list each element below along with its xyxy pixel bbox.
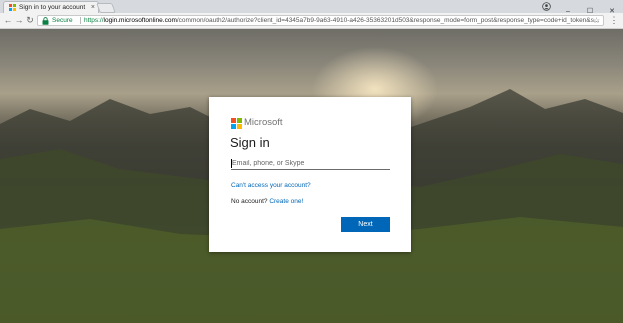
window-controls: – ☐ ✕ bbox=[557, 0, 623, 15]
sign-in-card: Microsoft Sign in Can't access your acco… bbox=[209, 97, 411, 252]
url-scheme: https:// bbox=[84, 17, 104, 24]
browser-tab[interactable]: Sign in to your account × bbox=[3, 1, 99, 13]
title-bar: Sign in to your account × – ☐ ✕ bbox=[0, 0, 623, 15]
text-caret bbox=[231, 159, 232, 168]
browser-window: Sign in to your account × – ☐ ✕ ← → ↻ Secu… bbox=[0, 0, 623, 323]
microsoft-favicon-icon bbox=[9, 4, 16, 11]
reload-icon[interactable]: ↻ bbox=[24, 14, 36, 27]
tab-close-icon[interactable]: × bbox=[91, 2, 95, 13]
url-text: https://login.microsoftonline.com/common… bbox=[84, 16, 599, 25]
logo-blue-square bbox=[231, 124, 236, 129]
page-title: Sign in bbox=[230, 135, 270, 150]
logo-green-square bbox=[237, 118, 242, 123]
address-separator bbox=[80, 17, 81, 24]
user-profile-icon[interactable] bbox=[542, 2, 551, 11]
lock-icon bbox=[42, 17, 49, 25]
browser-toolbar: ← → ↻ Secure https://login.microsoftonli… bbox=[0, 13, 623, 29]
address-bar[interactable]: Secure https://login.microsoftonline.com… bbox=[37, 15, 604, 26]
url-path: /common/oauth2/authorize?client_id=4345a… bbox=[176, 17, 600, 24]
url-host: login.microsoftonline.com bbox=[103, 17, 177, 24]
cant-access-account-link[interactable]: Can't access your account? bbox=[231, 181, 311, 190]
no-account-row: No account? Create one! bbox=[231, 197, 303, 206]
new-tab-button[interactable] bbox=[96, 3, 116, 13]
logo-yellow-square bbox=[237, 124, 242, 129]
tab-title: Sign in to your account bbox=[19, 4, 86, 11]
logo-red-square bbox=[231, 118, 236, 123]
browser-menu-icon[interactable]: ⋮ bbox=[609, 14, 619, 27]
brand-name: Microsoft bbox=[244, 117, 283, 128]
no-account-text: No account? bbox=[231, 198, 268, 205]
email-input[interactable] bbox=[231, 157, 390, 170]
bookmark-star-icon[interactable]: ☆ bbox=[593, 16, 600, 25]
next-button[interactable]: Next bbox=[341, 217, 390, 232]
create-account-link[interactable]: Create one! bbox=[269, 198, 303, 205]
security-label: Secure bbox=[52, 17, 73, 24]
